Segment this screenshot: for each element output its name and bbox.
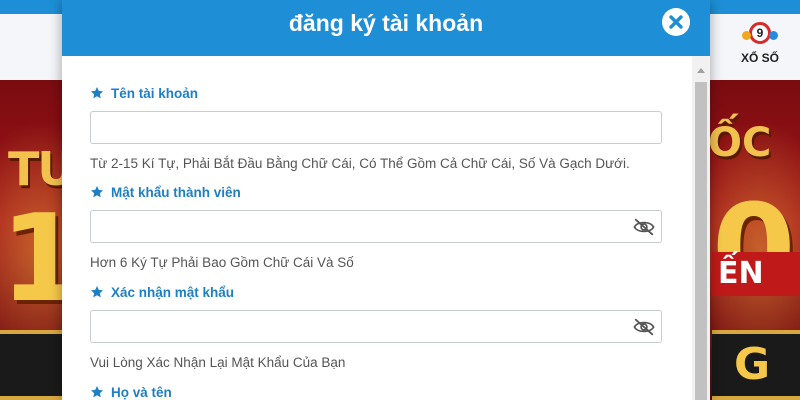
username-label: Tên tài khoản (111, 85, 199, 101)
field-username: Tên tài khoản Từ 2-15 Kí Tự, Phải Bắt Đầ… (90, 84, 664, 171)
password-hint: Hơn 6 Ký Tự Phải Bao Gồm Chữ Cái Và Số (90, 255, 354, 270)
star-icon (90, 87, 104, 99)
banner-text-right: ỐC (708, 120, 772, 166)
field-confirm-password-label-row: Xác nhận mật khẩu (90, 283, 664, 301)
banner-plate-left (0, 330, 62, 400)
lottery-ball-icon: 9 (742, 22, 778, 44)
field-fullname: Họ và tên (90, 383, 664, 400)
close-icon (669, 15, 683, 29)
password-input[interactable] (91, 211, 661, 242)
username-hint: Từ 2-15 Kí Tự, Phải Bắt Đầu Bằng Chữ Cái… (90, 156, 630, 171)
eye-slash-icon[interactable] (633, 317, 655, 337)
username-input[interactable] (91, 112, 661, 143)
field-password-label-row: Mật khẩu thành viên (90, 183, 664, 201)
fullname-label: Họ và tên (111, 384, 172, 400)
star-icon (90, 386, 104, 398)
close-button[interactable] (662, 8, 690, 36)
modal-scrollbar[interactable] (692, 56, 710, 400)
modal-header: đăng ký tài khoản (62, 0, 710, 56)
eye-slash-icon[interactable] (633, 217, 655, 237)
modal-body: Tên tài khoản Từ 2-15 Kí Tự, Phải Bắt Đầ… (62, 56, 692, 400)
star-icon (90, 286, 104, 298)
nav-item-xoso[interactable]: 9 XỔ SỐ (730, 22, 790, 65)
banner-plate-right: G (712, 330, 800, 400)
field-username-label-row: Tên tài khoản (90, 84, 664, 102)
field-password: Mật khẩu thành viên Hơn 6 Ký Tự Phải Bao… (90, 183, 664, 270)
field-confirm-password: Xác nhận mật khẩu Vui Lòng Xác Nhận Lại … (90, 283, 664, 370)
scrollbar-thumb[interactable] (695, 82, 707, 400)
username-input-box[interactable] (90, 111, 662, 144)
confirm-password-hint: Vui Lòng Xác Nhận Lại Mật Khẩu Của Bạn (90, 355, 346, 370)
password-label: Mật khẩu thành viên (111, 184, 241, 200)
register-modal: đăng ký tài khoản Tên tài khoản Từ 2-15 … (62, 0, 710, 400)
banner-number-right: 0 (712, 180, 796, 319)
confirm-password-input[interactable] (91, 311, 661, 342)
banner-ribbon-right: ẾN (712, 252, 800, 296)
confirm-password-label: Xác nhận mật khẩu (111, 284, 235, 300)
modal-title: đăng ký tài khoản (288, 10, 484, 36)
nav-item-xoso-label: XỔ SỐ (740, 51, 779, 65)
confirm-password-input-box[interactable] (90, 310, 662, 343)
field-fullname-label-row: Họ và tên (90, 383, 664, 400)
password-input-box[interactable] (90, 210, 662, 243)
star-icon (90, 186, 104, 198)
scroll-up-arrow-icon[interactable] (697, 68, 705, 73)
